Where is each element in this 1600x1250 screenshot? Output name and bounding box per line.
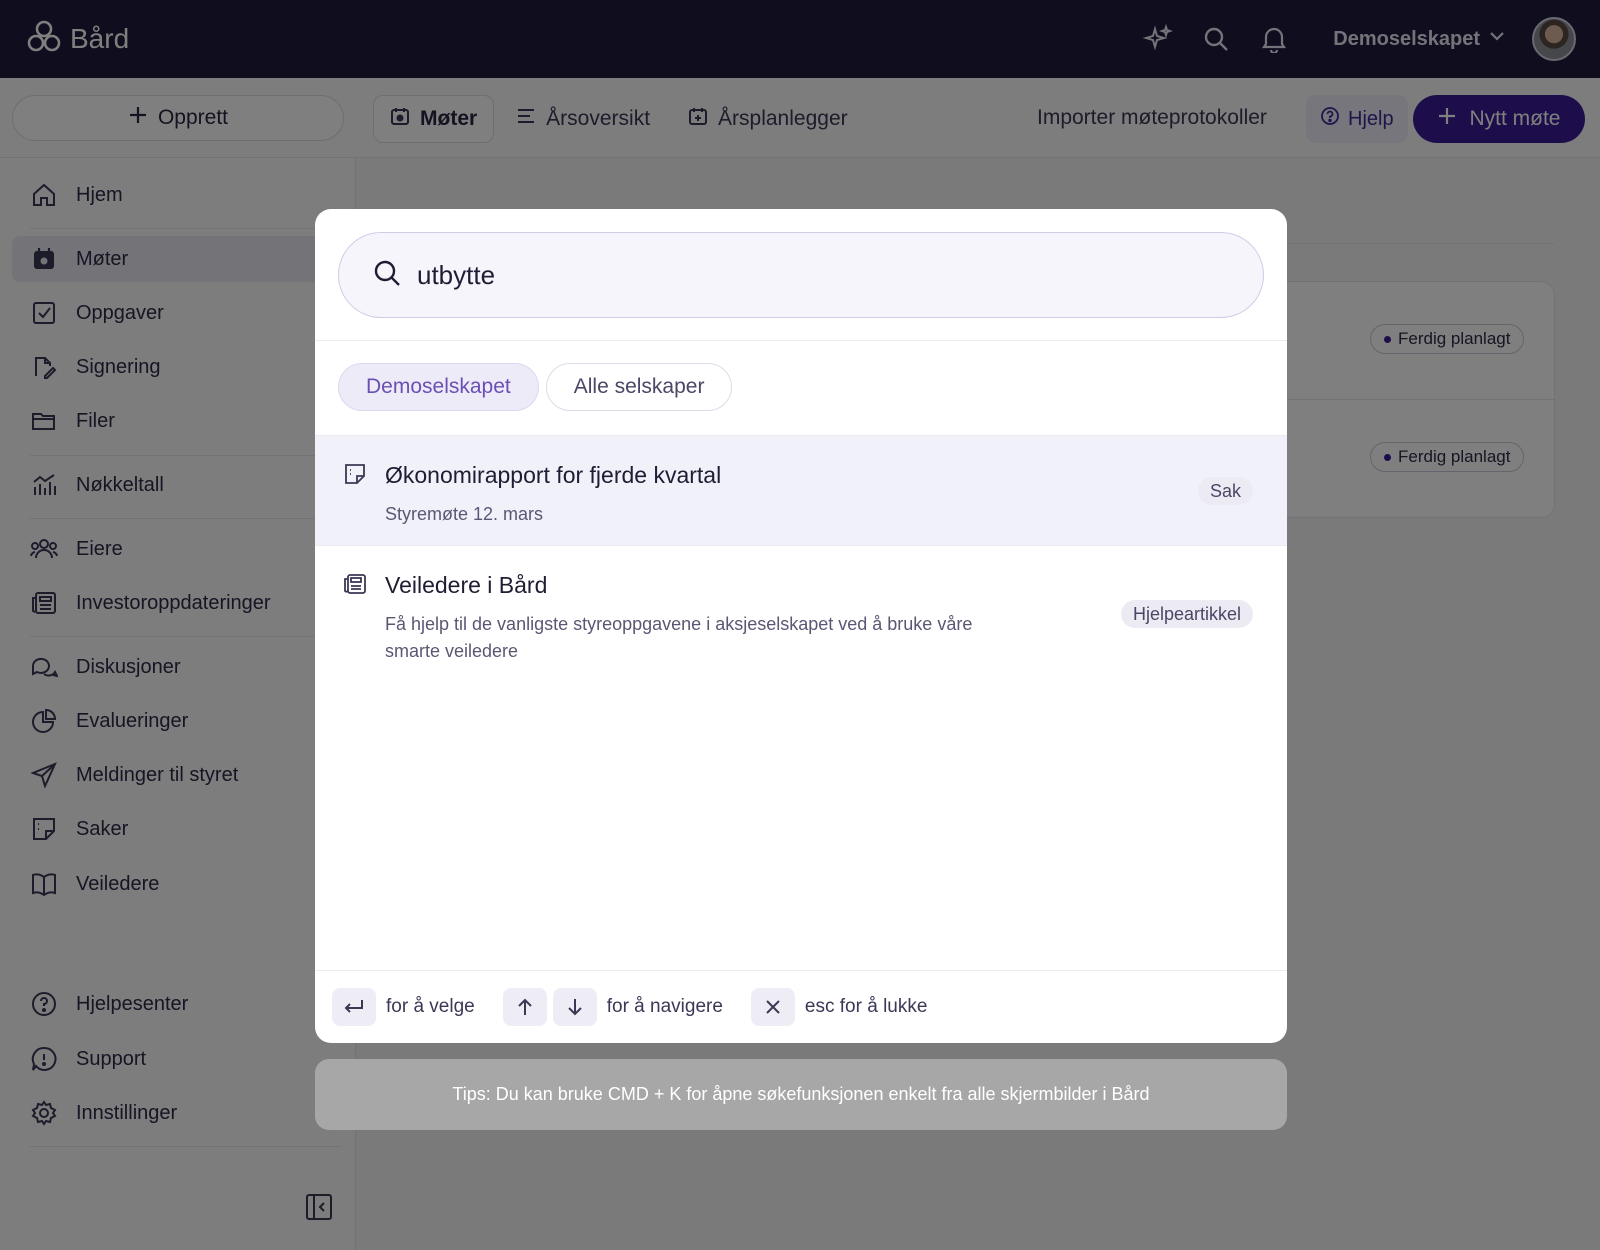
newspaper-icon: [343, 572, 369, 598]
close-hint: esc for å lukke: [804, 996, 928, 1017]
enter-key-icon: [332, 988, 376, 1026]
select-hint: for å velge: [386, 996, 475, 1017]
search-modal: Demoselskapet Alle selskaper Økonomirapp…: [315, 209, 1287, 1043]
close-icon[interactable]: [750, 988, 795, 1026]
search-result[interactable]: Økonomirapport for fjerde kvartal Styrem…: [315, 436, 1287, 545]
scope-tab-current-company[interactable]: Demoselskapet: [338, 363, 539, 411]
search-input[interactable]: [417, 259, 1237, 291]
scope-tab-all-companies[interactable]: Alle selskaper: [545, 363, 733, 411]
search-box[interactable]: [338, 232, 1264, 318]
result-subtitle: Få hjelp til de vanligste styreoppgavene…: [385, 614, 973, 661]
scope-tabs: Demoselskapet Alle selskaper: [338, 363, 733, 411]
modal-divider: [315, 340, 1287, 341]
modal-footer: for å velge for å navigere esc for å luk…: [315, 970, 1287, 1043]
note-icon: [343, 462, 369, 488]
result-subtitle: Styremøte 12. mars: [385, 504, 544, 524]
result-title: Veiledere i Bård: [385, 572, 548, 598]
search-result[interactable]: Veiledere i Bård Få hjelp til de vanligs…: [315, 546, 1287, 686]
arrow-down-key-icon: [552, 988, 597, 1026]
result-type-badge: Hjelpeartikkel: [1120, 600, 1253, 628]
search-tip: Tips: Du kan bruke CMD + K for åpne søke…: [315, 1059, 1287, 1130]
result-type-badge: Sak: [1197, 477, 1253, 505]
search-icon: [373, 259, 401, 292]
result-title: Økonomirapport for fjerde kvartal: [385, 462, 722, 488]
navigate-hint: for å navigere: [606, 996, 723, 1017]
arrow-up-key-icon: [502, 988, 547, 1026]
